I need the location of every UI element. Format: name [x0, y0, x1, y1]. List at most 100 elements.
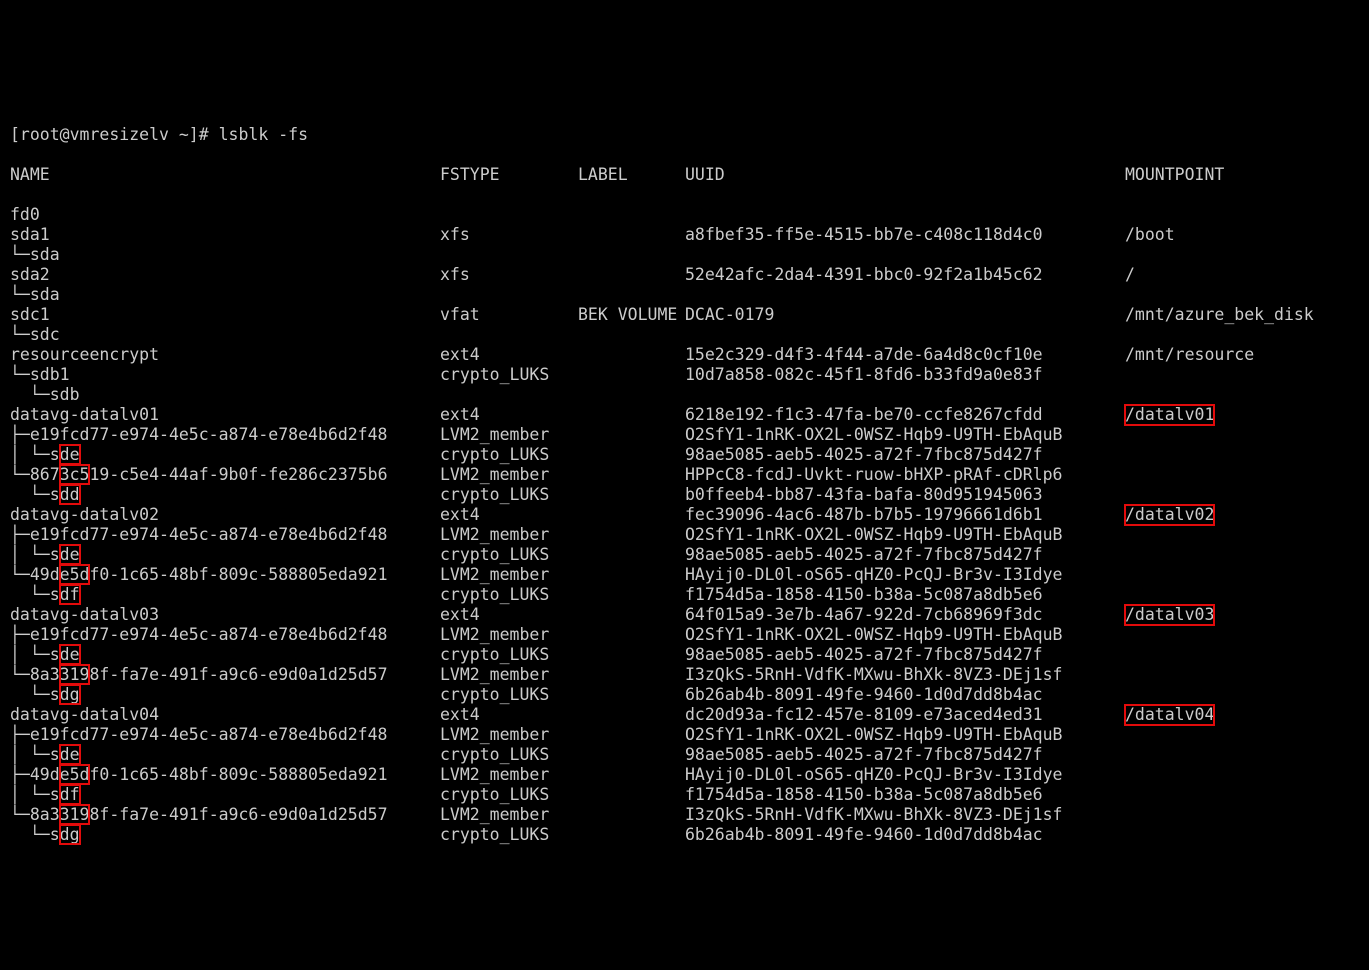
table-row: resourceencryptext415e2c329-d4f3-4f44-a7… — [10, 345, 1369, 365]
cell-fstype — [440, 205, 578, 225]
table-row: datavg-datalv01ext46218e192-f1c3-47fa-be… — [10, 405, 1369, 425]
cell-name: └─49de5df0-1c65-48bf-809c-588805eda921 — [10, 565, 440, 585]
cell-fstype: crypto_LUKS — [440, 585, 578, 605]
cell-uuid: I3zQkS-5RnH-VdfK-MXwu-BhXk-8VZ3-DEj1sf — [685, 805, 1125, 825]
cell-name: datavg-datalv03 — [10, 605, 440, 625]
highlight-box: 3c5 — [60, 465, 90, 484]
cell-label — [578, 445, 685, 465]
cell-uuid: 98ae5085-aeb5-4025-a72f-7fbc875d427f — [685, 545, 1125, 565]
cell-fstype: LVM2_member — [440, 465, 578, 485]
cell-uuid: HAyij0-DL0l-oS65-qHZ0-PcQJ-Br3v-I3Idye — [685, 765, 1125, 785]
cell-fstype: LVM2_member — [440, 725, 578, 745]
cell-name: │ └─sde — [10, 445, 440, 465]
cell-fstype: ext4 — [440, 705, 578, 725]
cell-name: └─sdb1 — [10, 365, 440, 385]
cell-name: └─sdd — [10, 485, 440, 505]
cell-label — [578, 625, 685, 645]
cell-name: └─8673c519-c5e4-44af-9b0f-fe286c2375b6 — [10, 465, 440, 485]
cell-name: └─sdg — [10, 685, 440, 705]
cell-name: ├─49de5df0-1c65-48bf-809c-588805eda921 — [10, 765, 440, 785]
cell-uuid: f1754d5a-1858-4150-b38a-5c087a8db5e6 — [685, 785, 1125, 805]
prompt-line: [root@vmresizelv ~]# lsblk -fs — [10, 125, 1369, 145]
cell-uuid: 98ae5085-aeb5-4025-a72f-7fbc875d427f — [685, 745, 1125, 765]
cell-name: sda2 — [10, 265, 440, 285]
cell-label — [578, 765, 685, 785]
cell-fstype: crypto_LUKS — [440, 485, 578, 505]
highlight-box: /datalv01 — [1125, 405, 1214, 425]
cell-name: ├─e19fcd77-e974-4e5c-a874-e78e4b6d2f48 — [10, 625, 440, 645]
table-row: └─8a33198f-fa7e-491f-a9c6-e9d0a1d25d57LV… — [10, 805, 1369, 825]
cell-uuid: O2SfY1-1nRK-OX2L-0WSZ-Hqb9-U9TH-EbAquB — [685, 725, 1125, 745]
cell-label — [578, 685, 685, 705]
cell-name: └─sda — [10, 285, 440, 305]
cell-fstype: ext4 — [440, 605, 578, 625]
table-row: └─sdgcrypto_LUKS6b26ab4b-8091-49fe-9460-… — [10, 685, 1369, 705]
cell-uuid: 52e42afc-2da4-4391-bbc0-92f2a1b45c62 — [685, 265, 1125, 285]
cell-label — [578, 405, 685, 425]
cell-label — [578, 545, 685, 565]
cell-label — [578, 745, 685, 765]
cell-name: ├─e19fcd77-e974-4e5c-a874-e78e4b6d2f48 — [10, 725, 440, 745]
cell-label — [578, 485, 685, 505]
table-row: └─49de5df0-1c65-48bf-809c-588805eda921LV… — [10, 565, 1369, 585]
highlight-box: 319 — [60, 805, 90, 824]
cell-fstype: LVM2_member — [440, 765, 578, 785]
cell-label — [578, 465, 685, 485]
table-row: sdc1vfatBEK VOLUMEDCAC-0179/mnt/azure_be… — [10, 305, 1369, 325]
cell-label — [578, 345, 685, 365]
cell-fstype: crypto_LUKS — [440, 545, 578, 565]
highlight-box: de — [60, 745, 80, 764]
cell-fstype: crypto_LUKS — [440, 825, 578, 845]
table-row: └─sdc — [10, 325, 1369, 345]
cell-label — [578, 665, 685, 685]
cell-label — [578, 265, 685, 285]
cell-label — [578, 605, 685, 625]
cell-fstype: vfat — [440, 305, 578, 325]
cell-label — [578, 225, 685, 245]
cell-name: │ └─sde — [10, 645, 440, 665]
cell-fstype — [440, 285, 578, 305]
cell-fstype: ext4 — [440, 505, 578, 525]
cell-uuid — [685, 285, 1125, 305]
cell-fstype: ext4 — [440, 345, 578, 365]
table-row: ├─e19fcd77-e974-4e5c-a874-e78e4b6d2f48LV… — [10, 425, 1369, 445]
cell-uuid: dc20d93a-fc12-457e-8109-e73aced4ed31 — [685, 705, 1125, 725]
cell-uuid — [685, 325, 1125, 345]
cell-uuid — [685, 385, 1125, 405]
cell-uuid: 98ae5085-aeb5-4025-a72f-7fbc875d427f — [685, 445, 1125, 465]
cell-name: └─sda — [10, 245, 440, 265]
cell-fstype — [440, 385, 578, 405]
cell-label — [578, 805, 685, 825]
cell-label — [578, 725, 685, 745]
cell-name: datavg-datalv01 — [10, 405, 440, 425]
cell-label — [578, 825, 685, 845]
cell-label — [578, 365, 685, 385]
cell-label — [578, 245, 685, 265]
highlight-box: de — [60, 645, 80, 664]
cell-name: └─sdg — [10, 825, 440, 845]
cell-uuid: a8fbef35-ff5e-4515-bb7e-c408c118d4c0 — [685, 225, 1125, 245]
cell-mountpoint: /boot — [1125, 225, 1175, 245]
cell-uuid: I3zQkS-5RnH-VdfK-MXwu-BhXk-8VZ3-DEj1sf — [685, 665, 1125, 685]
cell-label: BEK VOLUME — [578, 305, 685, 325]
cell-label — [578, 705, 685, 725]
cell-name: ├─e19fcd77-e974-4e5c-a874-e78e4b6d2f48 — [10, 425, 440, 445]
cell-fstype: LVM2_member — [440, 625, 578, 645]
cell-label — [578, 325, 685, 345]
header-mount: MOUNTPOINT — [1125, 165, 1224, 185]
cell-uuid: 6218e192-f1c3-47fa-be70-ccfe8267cfdd — [685, 405, 1125, 425]
highlight-box: df — [60, 585, 80, 604]
cell-name: └─8a33198f-fa7e-491f-a9c6-e9d0a1d25d57 — [10, 665, 440, 685]
shell-prompt: [root@vmresizelv ~]# lsblk -fs — [10, 125, 308, 145]
cell-uuid: O2SfY1-1nRK-OX2L-0WSZ-Hqb9-U9TH-EbAquB — [685, 425, 1125, 445]
cell-uuid: 64f015a9-3e7b-4a67-922d-7cb68969f3dc — [685, 605, 1125, 625]
cell-fstype: crypto_LUKS — [440, 745, 578, 765]
table-row: │ └─sdfcrypto_LUKSf1754d5a-1858-4150-b38… — [10, 785, 1369, 805]
terminal-output: [root@vmresizelv ~]# lsblk -fs NAMEFSTYP… — [0, 100, 1369, 870]
cell-uuid: HAyij0-DL0l-oS65-qHZ0-PcQJ-Br3v-I3Idye — [685, 565, 1125, 585]
table-row: └─8673c519-c5e4-44af-9b0f-fe286c2375b6LV… — [10, 465, 1369, 485]
highlight-box: dg — [60, 825, 80, 844]
cell-name: datavg-datalv02 — [10, 505, 440, 525]
table-row: │ └─sdecrypto_LUKS98ae5085-aeb5-4025-a72… — [10, 745, 1369, 765]
cell-uuid: 98ae5085-aeb5-4025-a72f-7fbc875d427f — [685, 645, 1125, 665]
